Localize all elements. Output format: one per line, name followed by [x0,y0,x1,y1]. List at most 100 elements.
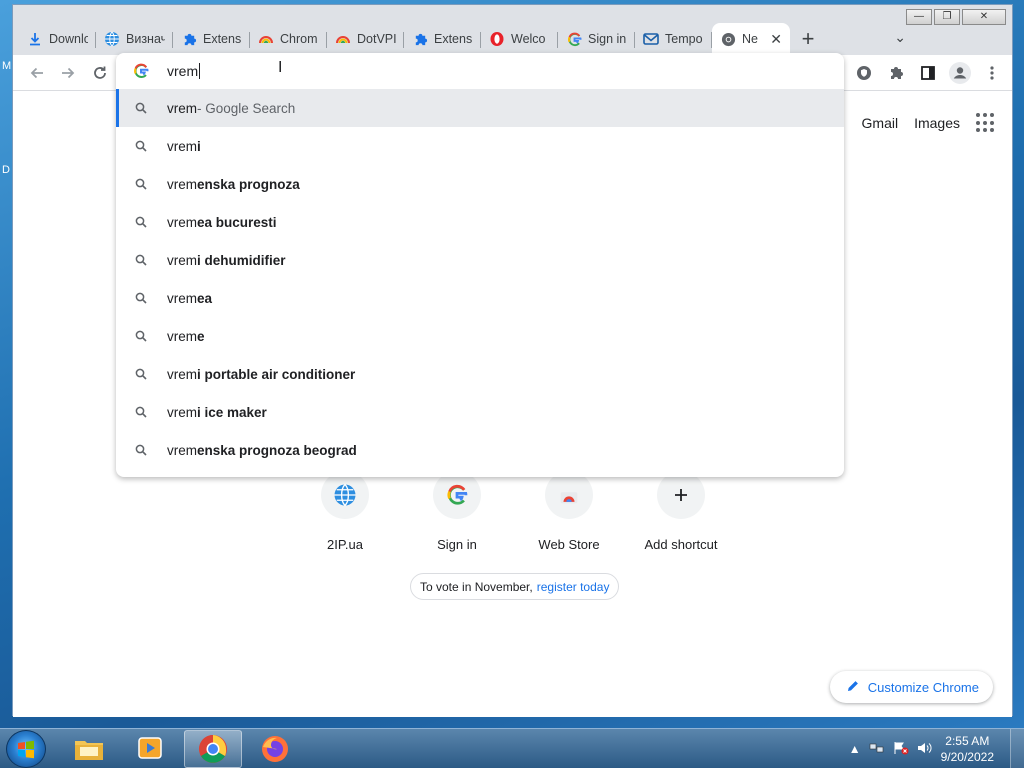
globe-icon [104,31,120,47]
suggestion-item[interactable]: vrem i ice maker [116,393,844,431]
apps-grid-icon[interactable] [976,113,996,133]
download-icon [27,31,43,47]
suggestion-item[interactable]: vrem e [116,317,844,355]
tab-chrome[interactable]: Chrom [250,23,327,55]
suggestion-typed: vrem [167,366,197,382]
system-tray: ▲ 2:55 AM 9/20/2022 [849,729,1024,768]
taskbar-explorer[interactable] [60,730,118,768]
suggestion-item[interactable]: vrem ea [116,279,844,317]
window-controls: — ❐ ✕ [906,9,1006,25]
suggestion-completion: enska prognoza beograd [197,442,357,458]
gmail-link[interactable]: Gmail [862,115,899,131]
suggestion-item[interactable]: vrem ea bucuresti [116,203,844,241]
back-icon[interactable] [25,61,49,85]
suggestion-typed: vrem [167,214,197,230]
shortcuts: 2IP.ua Sign in Web Store Add shortcut [289,471,737,552]
show-hidden-icons-icon[interactable]: ▲ [849,742,861,756]
clock-time: 2:55 AM [945,734,990,748]
close-icon[interactable]: ✕ [770,31,782,48]
tab-label: Sign in [588,32,627,46]
address-input-text[interactable]: vrem [167,63,198,79]
customize-label: Customize Chrome [867,679,979,695]
shortcut-web-store[interactable]: Web Store [513,471,625,552]
tab-vyznach[interactable]: Визнач [96,23,173,55]
profile-avatar[interactable] [948,61,972,85]
suggestion-item[interactable]: vrem enska prognoza [116,165,844,203]
web-store-icon [545,471,593,519]
ibeam-cursor-icon: I [278,59,283,76]
minimize-button[interactable]: — [906,9,932,25]
suggestion-typed: vrem [167,290,197,306]
suggestion-completion: e [197,328,205,344]
puzzle-icon [181,31,197,47]
suggestion-completion: ea [197,290,213,306]
suggestion-item[interactable]: vrem - Google Search [116,89,844,127]
media-player-icon [138,737,162,759]
opera-icon [489,31,505,47]
tab-extensions[interactable]: Extens [173,23,250,55]
suggestion-typed: vrem [167,176,197,192]
menu-icon[interactable] [980,61,1004,85]
show-desktop-button[interactable] [1010,729,1024,768]
register-link[interactable]: register today [537,580,610,594]
start-button[interactable] [6,730,46,768]
shield-icon[interactable] [852,61,876,85]
reload-icon[interactable] [88,61,112,85]
taskbar-chrome[interactable] [184,730,242,768]
search-icon [135,368,147,380]
omnibox-dropdown: vrem I vrem - Google Search vrem i vrem ensk… [116,53,844,477]
suggestion-completion: ea bucuresti [197,214,277,230]
address-bar[interactable]: vrem I [116,53,844,89]
tab-welcome[interactable]: Welco [481,23,558,55]
suggestion-item[interactable]: vrem i portable air conditioner [116,355,844,393]
suggestion-item[interactable]: vrem i dehumidifier [116,241,844,279]
suggestion-item[interactable]: vrem enska prognoza beograd [116,431,844,469]
folder-icon [75,741,103,760]
new-tab-button[interactable]: + [790,23,826,55]
tab-new-tab-active[interactable]: Ne ✕ [712,23,790,55]
suggestion-completion: i portable air conditioner [197,366,356,382]
close-window-button[interactable]: ✕ [962,9,1006,25]
tab-strip: Downlo Визнач Extens Chrom DotVPI Extens… [19,23,826,55]
suggestion-typed: vrem [167,404,197,420]
suggestion-typed: vrem [167,100,197,116]
tab-sign-in[interactable]: Sign in [558,23,635,55]
clock[interactable]: 2:55 AM 9/20/2022 [941,733,994,765]
shortcut-sign-in[interactable]: Sign in [401,471,513,552]
search-icon [135,406,147,418]
tab-dotvpn[interactable]: DotVPI [327,23,404,55]
tab-downloads[interactable]: Downlo [19,23,96,55]
customize-chrome-button[interactable]: Customize Chrome [829,671,993,703]
taskbar-media-player[interactable] [122,730,180,768]
suggestion-completion: i [197,138,201,154]
flag-alert-icon[interactable] [893,741,909,758]
search-icon [135,254,147,266]
search-icon [135,444,147,456]
promo-text: To vote in November, [420,579,533,594]
side-panel-icon[interactable] [916,61,940,85]
suggestion-suffix: - Google Search [197,100,296,116]
forward-icon[interactable] [56,61,80,85]
volume-icon[interactable] [917,741,933,758]
shortcut-2ip[interactable]: 2IP.ua [289,471,401,552]
tab-extensions-2[interactable]: Extens [404,23,481,55]
puzzle-icon[interactable] [884,61,908,85]
tab-label: Extens [434,32,473,46]
add-shortcut-button[interactable]: Add shortcut [625,471,737,552]
tab-search-button[interactable]: ⌄ [894,29,906,46]
text-caret [199,63,201,79]
tab-label: DotVPI [357,32,396,46]
rainbow-icon [335,31,351,47]
top-links: Gmail Images [862,113,996,133]
suggestion-typed: vrem [167,328,197,344]
search-icon [135,178,147,190]
tab-temp-mail[interactable]: Tempo [635,23,712,55]
maximize-button[interactable]: ❐ [934,9,960,25]
images-link[interactable]: Images [914,115,960,131]
tab-label: Extens [203,32,242,46]
suggestion-typed: vrem [167,442,197,458]
suggestion-item[interactable]: vrem i [116,127,844,165]
network-icon[interactable] [869,741,885,758]
taskbar-firefox[interactable] [246,730,304,768]
suggestion-completion: enska prognoza [197,176,300,192]
